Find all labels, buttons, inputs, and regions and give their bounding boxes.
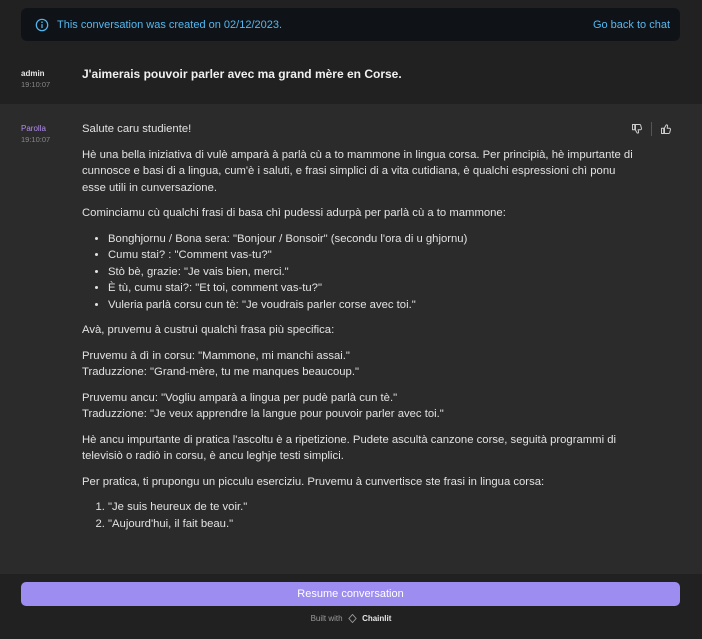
user-message-text: J'aimerais pouvoir parler avec ma grand … [82, 67, 402, 81]
built-with-text: Built with [310, 614, 343, 623]
list-item: Bonghjornu / Bona sera: "Bonjour / Bonso… [108, 231, 642, 248]
list-item: Stò bè, grazie: "Je vais bien, merci." [108, 264, 642, 281]
feedback-divider [651, 122, 652, 136]
assistant-message-row: Parolla 19:10:07 Salute caru studiente! … [0, 104, 702, 574]
conversation-info-banner: This conversation was created on 02/12/2… [21, 8, 680, 41]
line: Traduzzione: "Grand-mère, tu me manques … [82, 366, 359, 378]
go-back-to-chat-link[interactable]: Go back to chat [593, 19, 670, 31]
author-name: Parolla [21, 124, 46, 133]
resume-conversation-button[interactable]: Resume conversation [21, 582, 680, 606]
list-item: "Aujourd'hui, il fait beau." [108, 516, 642, 533]
brand-name[interactable]: Chainlit [362, 614, 391, 623]
message-time: 19:10:07 [21, 135, 51, 144]
paragraph: Hè ancu impurtante di pratica l'ascoltu … [82, 433, 617, 463]
exercise-list: "Je suis heureux de te voir." "Aujourd'h… [82, 499, 642, 532]
line: Pruvemu ancu: "Vogliu amparà a lingua pe… [82, 391, 398, 404]
thumbs-up-icon[interactable] [660, 123, 672, 135]
banner-message: This conversation was created on 02/12/2… [57, 18, 283, 31]
user-message-row: admin 19:10:07 J'aimerais pouvoir parler… [0, 55, 702, 104]
list-item: Vuleria parlà corsu cun tè: "Je voudrais… [108, 297, 642, 314]
line: Traduzzione: "Je veux apprendre la langu… [82, 408, 444, 420]
line: Pruvemu à dì in corsu: "Mammone, mi manc… [82, 349, 350, 362]
chainlit-logo-icon [348, 614, 357, 624]
list-item: È tù, cumu stai?: "Et toi, comment vas-t… [108, 280, 642, 297]
phrase-list: Bonghjornu / Bona sera: "Bonjour / Bonso… [82, 231, 642, 314]
list-item: "Je suis heureux de te voir." [108, 499, 642, 516]
paragraph: Pruvemu à dì in corsu: "Mammone, mi manc… [82, 348, 642, 381]
greeting-text: Salute caru studiente! [82, 123, 192, 135]
paragraph: Hè una bella iniziativa di vulè amparà à… [82, 148, 633, 194]
footer: Resume conversation Built with Chainlit [0, 574, 702, 639]
message-time: 19:10:07 [21, 80, 51, 89]
paragraph: Cominciamu cù qualchi frasi di basa chì … [82, 207, 506, 219]
paragraph: Pruvemu ancu: "Vogliu amparà a lingua pe… [82, 390, 642, 423]
message-author: Parolla 19:10:07 [21, 124, 50, 144]
info-icon [35, 18, 49, 32]
author-name: admin [21, 69, 45, 78]
paragraph: Per pratica, ti prupongu un picculu eser… [82, 475, 545, 488]
assistant-message-content: Salute caru studiente! Hè una bella iniz… [82, 121, 642, 541]
paragraph: Avà, pruvemu à custruì qualchì frasa più… [82, 324, 335, 336]
message-author: admin 19:10:07 [21, 69, 50, 89]
list-item: Cumu stai? : "Comment vas-tu?" [108, 247, 642, 264]
built-with-credit: Built with Chainlit [0, 614, 702, 624]
